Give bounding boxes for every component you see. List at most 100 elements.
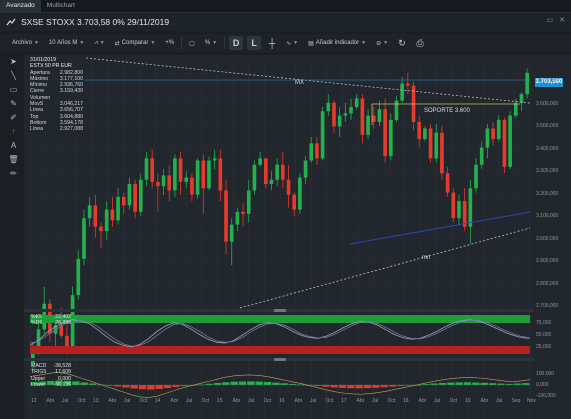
- pencil-icon[interactable]: ✎: [8, 98, 19, 109]
- daily-button[interactable]: D: [229, 36, 244, 50]
- divider: [224, 37, 226, 49]
- y-tick-label: 3.300,000: [536, 168, 559, 174]
- rectangle-icon[interactable]: ▭: [8, 84, 19, 95]
- y-tick-label: 2.800,000: [536, 280, 559, 287]
- zoom-percent-button[interactable]: +%: [162, 36, 177, 50]
- edit-icon[interactable]: ✏: [8, 168, 19, 179]
- zoom-button[interactable]: ⊖ ▼: [373, 36, 391, 50]
- archivo-label: Archivo: [12, 40, 33, 46]
- info-key: Línea: [30, 126, 43, 133]
- x-tick-label: Jul: [62, 398, 69, 404]
- x-tick-label: Oct: [77, 398, 86, 404]
- line-icon[interactable]: ╲: [8, 70, 19, 81]
- x-tick-label: Oct: [201, 398, 210, 404]
- x-tick-label: 17: [341, 398, 347, 404]
- chevron-down-icon: ▼: [79, 40, 85, 46]
- x-tick-label: Nov: [527, 398, 536, 404]
- archivo-menu[interactable]: Archivo ▼: [9, 36, 42, 50]
- title-bar: SXSE STOXX 3.703,58 0% 29/11/2019 ▭ ✕: [0, 13, 571, 31]
- x-tick-label: Abr: [108, 398, 117, 404]
- comparar-button[interactable]: ⇄ Comparar ▼: [112, 36, 159, 50]
- macd-tick-label: -100,000: [536, 393, 556, 399]
- x-tick-label: 19: [465, 398, 471, 404]
- close-icon[interactable]: ✕: [559, 16, 565, 24]
- chevron-down-icon: ▼: [212, 40, 218, 46]
- period-select[interactable]: 10 Años M ▼: [46, 36, 87, 50]
- chevron-down-icon: ▼: [99, 40, 105, 46]
- annotation-mn: mn: [422, 255, 431, 261]
- y-tick-label: 3.200,000: [536, 190, 559, 197]
- x-tick-label: 15: [217, 398, 223, 404]
- chevron-down-icon: ▼: [361, 40, 367, 46]
- stoch-tick-label: 50,000: [536, 332, 552, 338]
- y-tick-label: 3.700,000: [536, 78, 559, 84]
- x-tick-label: Abr: [418, 398, 427, 404]
- stoch-d-value: 26,396: [55, 320, 71, 327]
- x-tick-label: 13: [93, 398, 99, 404]
- compare-icon: ⇄: [114, 40, 120, 47]
- chevron-down-icon: ▼: [150, 40, 156, 46]
- period-label: 10 Años M: [48, 40, 78, 46]
- crosshair-button[interactable]: ▢: [186, 36, 198, 50]
- draw-icon: ∿: [286, 40, 292, 47]
- page-title: SXSE STOXX 3.703,58 0% 29/11/2019: [21, 17, 170, 27]
- linear-button[interactable]: L: [247, 36, 262, 50]
- ohlc-info-panel: 31/01/2019 ESTX 50 PR EUR Apertura 2.982,…: [28, 56, 85, 134]
- x-tick-label: 18: [403, 398, 409, 404]
- chevron-down-icon: ▼: [34, 40, 39, 46]
- refresh-icon: ↻: [398, 37, 406, 48]
- chart-area[interactable]: [24, 55, 571, 419]
- y-tick-label: 2.700,000: [536, 303, 559, 309]
- macd-tick-label: 0,000: [536, 382, 549, 388]
- draw-tool-button[interactable]: ∿ ▼: [283, 36, 301, 50]
- resize-handle[interactable]: [274, 358, 286, 361]
- x-tick-label: Abr: [480, 398, 489, 404]
- refresh-button[interactable]: ↻: [395, 36, 409, 50]
- stoch-tick-label: 75,000: [536, 320, 552, 326]
- percent-label: %: [204, 40, 211, 46]
- lower-value: -56,136: [53, 382, 71, 389]
- tab-avanzado[interactable]: Avanzado: [0, 0, 41, 12]
- percent-button[interactable]: % ▼: [202, 36, 220, 50]
- add-indicator-label: Añadir indicador: [315, 40, 360, 46]
- restore-icon[interactable]: ▭: [547, 16, 554, 24]
- x-tick-label: Abr: [170, 398, 179, 404]
- tab-bar: Avanzado Multichart: [0, 0, 571, 13]
- brush-icon[interactable]: ✐: [8, 112, 19, 123]
- macd-legend: MACD -38,528 TRIG5 17,608 Upper 0,000 Lower…: [31, 363, 71, 389]
- stoch-legend: %K5 22,402 %D5 26,396: [31, 314, 71, 327]
- x-tick-label: Jul: [248, 398, 255, 404]
- print-icon: ⎙: [416, 37, 424, 48]
- info-value: 2.927,088: [59, 126, 83, 133]
- print-button[interactable]: ⎙: [413, 36, 427, 50]
- resize-handle[interactable]: [274, 309, 286, 312]
- drawing-sidebar: ➤ ╲ ▭ ✎ ✐ ↑ A 🗑 ✏: [7, 53, 20, 208]
- x-tick-label: Jul: [124, 398, 131, 404]
- add-indicator-button[interactable]: ▤ Añadir indicador ▼: [305, 36, 369, 50]
- crosshair-icon: ┼: [268, 38, 276, 48]
- x-tick-label: Oct: [387, 398, 396, 404]
- chart-icon: [6, 17, 16, 27]
- y-tick-label: 3.000,000: [536, 235, 559, 242]
- x-tick-label: Abr: [356, 398, 365, 404]
- chevron-down-icon: ▼: [383, 40, 389, 46]
- trash-icon[interactable]: 🗑: [8, 154, 19, 165]
- y-tick-label: 3.500,000: [536, 123, 559, 129]
- stoch-tick-label: 25,000: [536, 344, 552, 350]
- toolbar: Archivo ▼ 10 Años M ▼ ⩘ ▼ ⇄ Comparar ▼ +% ▢ %…: [0, 34, 571, 52]
- x-tick-label: Abr: [232, 398, 241, 404]
- comparar-label: Comparar: [121, 40, 149, 46]
- text-icon[interactable]: A: [8, 140, 19, 151]
- tab-multichart[interactable]: Multichart: [41, 0, 81, 12]
- arrow-up-icon[interactable]: ↑: [8, 126, 19, 137]
- x-tick-label: Abr: [294, 398, 303, 404]
- y-tick-label: 2.900,000: [536, 258, 559, 264]
- x-tick-label: Abr: [46, 398, 55, 404]
- indicator-icon: ▤: [308, 40, 314, 47]
- zoom-label: +%: [165, 40, 175, 46]
- chart-type-button[interactable]: ⩘ ▼: [91, 36, 107, 50]
- annotation-mx: MX: [295, 80, 304, 86]
- pointer-icon[interactable]: ➤: [8, 56, 19, 67]
- x-tick-label: Jul: [310, 398, 317, 404]
- crosshair-toggle[interactable]: ┼: [265, 36, 279, 50]
